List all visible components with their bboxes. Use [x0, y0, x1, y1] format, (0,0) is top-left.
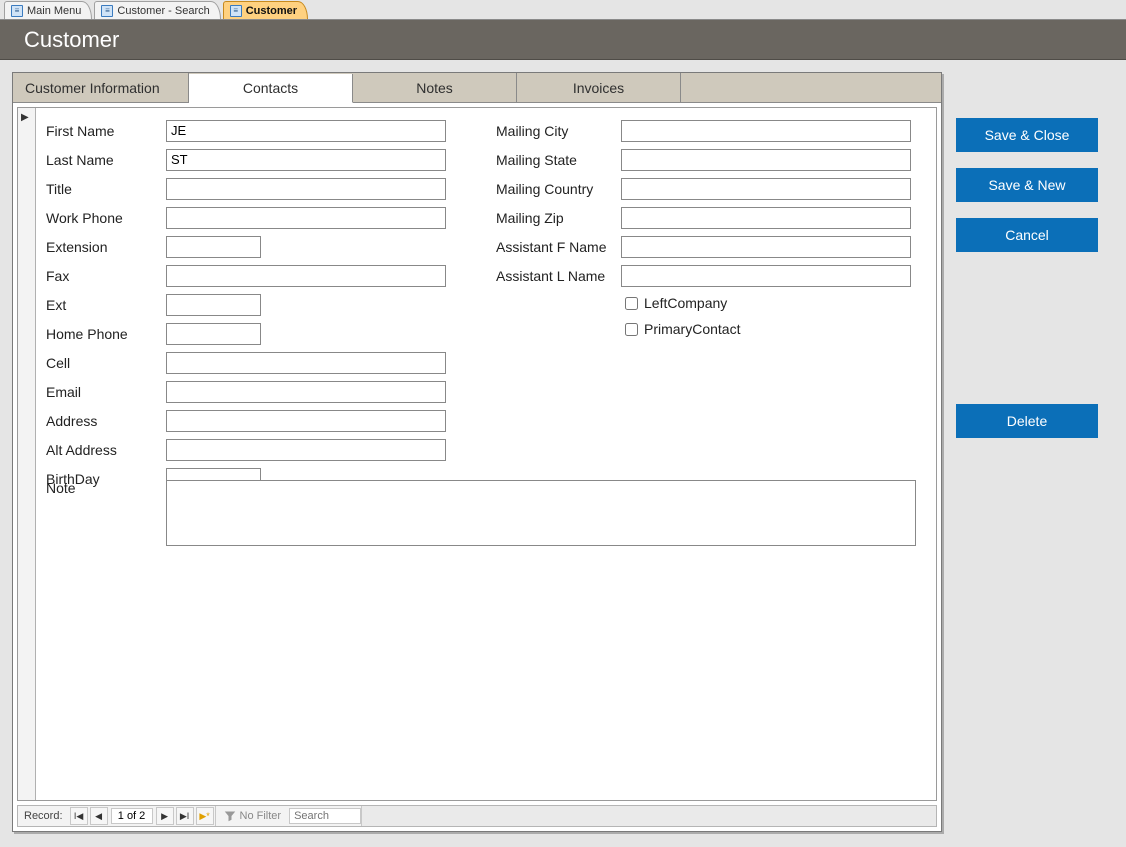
nav-new-button[interactable]: ▶* — [196, 807, 214, 825]
filter-label: No Filter — [240, 810, 282, 822]
label-cell: Cell — [46, 355, 166, 371]
current-record-icon: ▶ — [21, 112, 29, 123]
tab-invoices[interactable]: Invoices — [517, 73, 681, 102]
form-panel: Customer Information Contacts Notes Invo… — [12, 72, 942, 832]
first-name-field[interactable] — [166, 120, 446, 142]
delete-button[interactable]: Delete — [956, 404, 1098, 438]
assistant-l-name-field[interactable] — [621, 265, 911, 287]
label-work-phone: Work Phone — [46, 210, 166, 226]
doc-tab-label: Main Menu — [27, 5, 81, 17]
action-button-column: Save & Close Save & New Cancel Delete — [956, 72, 1098, 832]
left-company-checkbox[interactable] — [625, 297, 638, 310]
label-mailing-state: Mailing State — [496, 152, 621, 168]
doc-tab-label: Customer — [246, 5, 297, 17]
form-icon: ≡ — [101, 5, 113, 17]
label-mailing-country: Mailing Country — [496, 181, 621, 197]
label-extension: Extension — [46, 239, 166, 255]
label-last-name: Last Name — [46, 152, 166, 168]
nav-next-button[interactable]: ▶ — [156, 807, 174, 825]
label-mailing-zip: Mailing Zip — [496, 210, 621, 226]
assistant-f-name-field[interactable] — [621, 236, 911, 258]
inner-tab-label: Invoices — [573, 80, 624, 96]
save-close-button[interactable]: Save & Close — [956, 118, 1098, 152]
form-title-bar: Customer — [0, 20, 1126, 60]
mailing-zip-field[interactable] — [621, 207, 911, 229]
label-assistant-f-name: Assistant F Name — [496, 239, 621, 255]
extension-field[interactable] — [166, 236, 261, 258]
label-address: Address — [46, 413, 166, 429]
last-name-field[interactable] — [166, 149, 446, 171]
doc-tab-customer[interactable]: ≡ Customer — [223, 1, 308, 19]
record-nav-label: Record: — [18, 810, 69, 822]
ext-field[interactable] — [166, 294, 261, 316]
label-ext: Ext — [46, 297, 166, 313]
label-first-name: First Name — [46, 123, 166, 139]
label-note: Note — [46, 480, 166, 546]
document-tab-bar: ≡ Main Menu ≡ Customer - Search ≡ Custom… — [0, 0, 1126, 20]
record-position-field[interactable] — [111, 808, 153, 824]
primary-contact-checkbox[interactable] — [625, 323, 638, 336]
tab-contacts[interactable]: Contacts — [189, 74, 353, 103]
save-new-button[interactable]: Save & New — [956, 168, 1098, 202]
nav-prev-button[interactable]: ◀ — [90, 807, 108, 825]
label-assistant-l-name: Assistant L Name — [496, 268, 621, 284]
funnel-icon — [224, 810, 236, 822]
label-alt-address: Alt Address — [46, 442, 166, 458]
label-email: Email — [46, 384, 166, 400]
inner-tab-strip: Customer Information Contacts Notes Invo… — [13, 73, 941, 103]
doc-tab-main-menu[interactable]: ≡ Main Menu — [4, 1, 92, 19]
tab-strip-filler — [681, 73, 941, 102]
title-field[interactable] — [166, 178, 446, 200]
inner-tab-label: Customer Information — [25, 80, 160, 96]
work-phone-field[interactable] — [166, 207, 446, 229]
alt-address-field[interactable] — [166, 439, 446, 461]
email-field[interactable] — [166, 381, 446, 403]
filter-indicator[interactable]: No Filter — [215, 806, 290, 826]
nav-first-button[interactable]: I◀ — [70, 807, 88, 825]
inner-tab-label: Contacts — [243, 80, 298, 96]
inner-tab-label: Notes — [416, 80, 453, 96]
mailing-city-field[interactable] — [621, 120, 911, 142]
record-search-input[interactable] — [289, 808, 361, 824]
label-home-phone: Home Phone — [46, 326, 166, 342]
label-primary-contact: PrimaryContact — [644, 321, 740, 337]
fax-field[interactable] — [166, 265, 446, 287]
mailing-country-field[interactable] — [621, 178, 911, 200]
cell-field[interactable] — [166, 352, 446, 374]
tab-notes[interactable]: Notes — [353, 73, 517, 102]
record-selector[interactable]: ▶ — [18, 108, 36, 800]
cancel-button[interactable]: Cancel — [956, 218, 1098, 252]
contacts-subform: ▶ First Name Last Name — [17, 107, 937, 801]
home-phone-field[interactable] — [166, 323, 261, 345]
address-field[interactable] — [166, 410, 446, 432]
mailing-state-field[interactable] — [621, 149, 911, 171]
note-field[interactable] — [166, 480, 916, 546]
label-fax: Fax — [46, 268, 166, 284]
label-mailing-city: Mailing City — [496, 123, 621, 139]
form-icon: ≡ — [230, 5, 242, 17]
tab-customer-information[interactable]: Customer Information — [13, 73, 189, 102]
doc-tab-customer-search[interactable]: ≡ Customer - Search — [94, 1, 220, 19]
nav-bar-filler — [361, 806, 936, 826]
button-spacer — [956, 268, 1098, 388]
label-left-company: LeftCompany — [644, 295, 727, 311]
nav-last-button[interactable]: ▶I — [176, 807, 194, 825]
page-title: Customer — [24, 27, 119, 53]
form-icon: ≡ — [11, 5, 23, 17]
doc-tab-label: Customer - Search — [117, 5, 209, 17]
label-title: Title — [46, 181, 166, 197]
record-nav-bar: Record: I◀ ◀ ▶ ▶I ▶* No Filter — [17, 805, 937, 827]
